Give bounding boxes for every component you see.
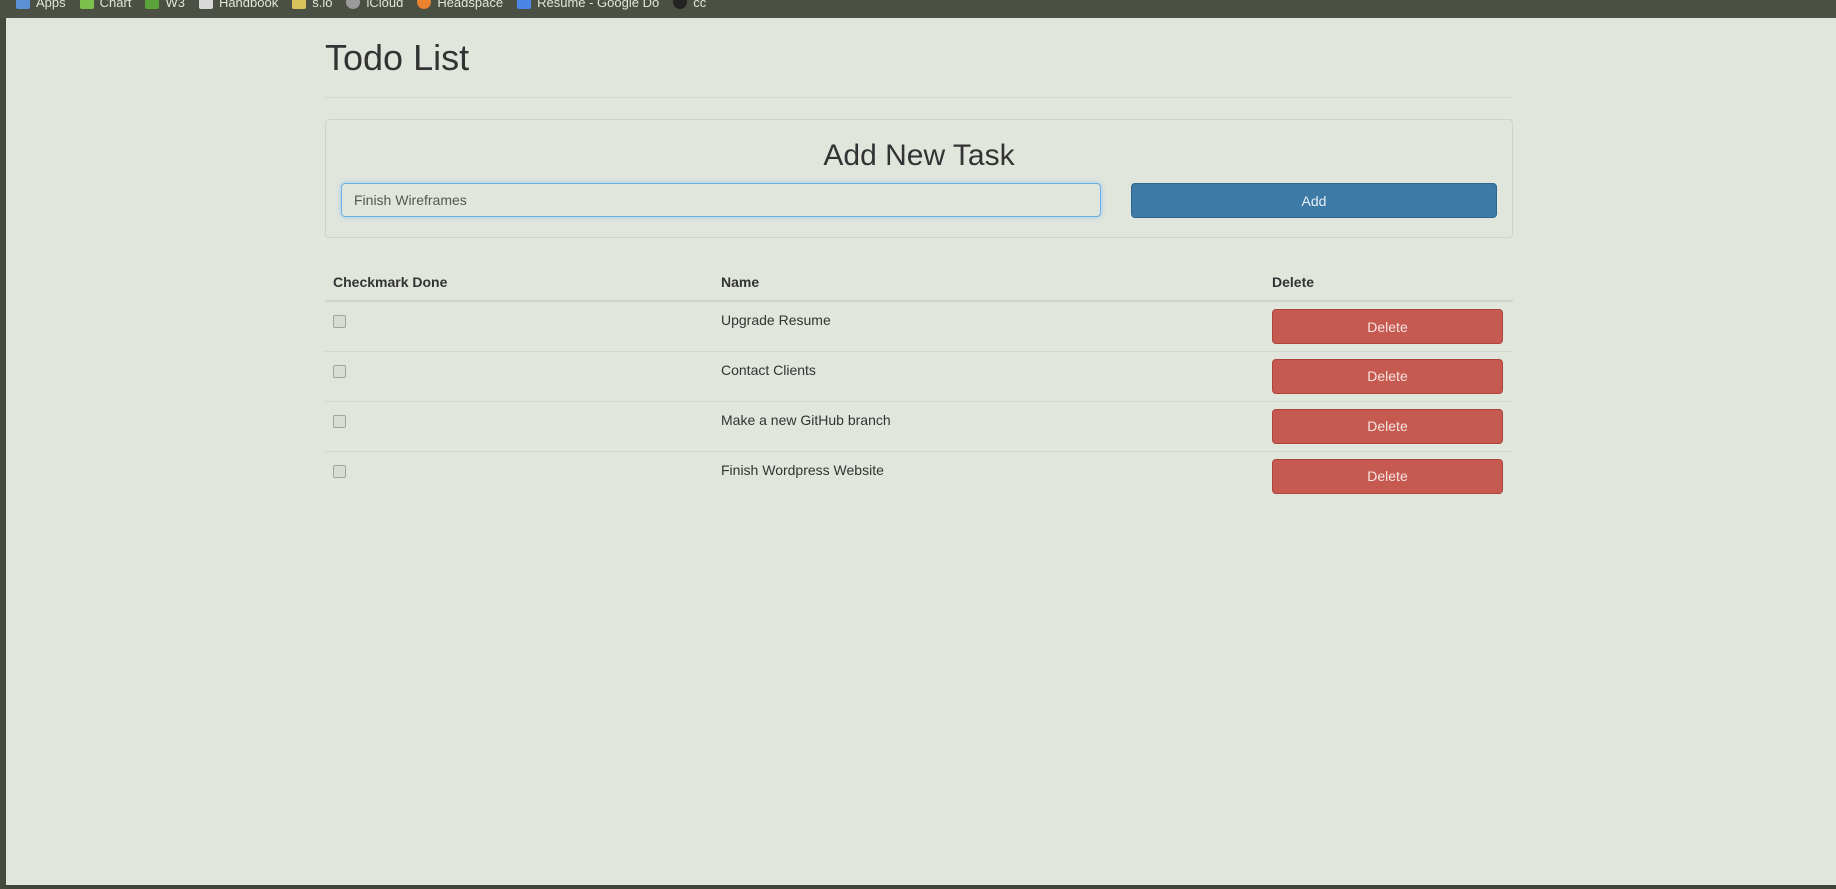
tasks-table: Checkmark Done Name Delete Upgrade Resum… bbox=[325, 263, 1513, 501]
bookmark-resume[interactable]: Resume - Google Do bbox=[517, 0, 659, 9]
bookmarks-bar: Apps Chart W3 Handbook s.io iCloud Heads… bbox=[0, 0, 1836, 18]
table-row: Make a new GitHub branch Delete bbox=[325, 400, 1513, 451]
done-checkbox[interactable] bbox=[333, 464, 346, 478]
chart-icon bbox=[79, 0, 94, 9]
bookmark-icloud[interactable]: iCloud bbox=[346, 0, 403, 9]
bookmark-handbook[interactable]: Handbook bbox=[198, 0, 279, 10]
task-name: Make a new GitHub branch bbox=[721, 411, 891, 428]
task-name: Upgrade Resume bbox=[721, 312, 831, 328]
task-input[interactable] bbox=[341, 183, 1101, 217]
table-row: Finish Wordpress Website Delete bbox=[325, 450, 1513, 501]
done-cell bbox=[325, 400, 713, 451]
done-checkbox[interactable] bbox=[333, 315, 346, 328]
bookmark-apps[interactable]: Apps bbox=[16, 0, 66, 9]
delete-button[interactable]: Delete bbox=[1272, 458, 1503, 494]
bookmark-chart[interactable]: Chart bbox=[79, 0, 132, 10]
task-name: Finish Wordpress Website bbox=[721, 461, 884, 478]
table-header-row: Checkmark Done Name Delete bbox=[325, 263, 1513, 302]
header-delete: Delete bbox=[1264, 263, 1513, 302]
table-row: Upgrade Resume Delete bbox=[325, 301, 1513, 351]
google-docs-icon bbox=[517, 0, 532, 9]
bookmark-label: Headspace bbox=[437, 0, 504, 10]
add-button[interactable]: Add bbox=[1131, 183, 1497, 218]
delete-cell: Delete bbox=[1264, 301, 1513, 351]
delete-button[interactable]: Delete bbox=[1272, 309, 1503, 344]
delete-cell: Delete bbox=[1264, 350, 1513, 401]
title-divider bbox=[325, 97, 1513, 98]
done-cell bbox=[325, 350, 713, 401]
bookmark-headspace[interactable]: Headspace bbox=[417, 0, 503, 9]
apple-icon bbox=[346, 0, 361, 9]
delete-cell: Delete bbox=[1264, 400, 1513, 451]
add-task-heading: Add New Task bbox=[823, 139, 1015, 172]
bookmark-w3[interactable]: W3 bbox=[145, 0, 185, 9]
delete-button[interactable]: Delete bbox=[1272, 358, 1503, 394]
bookmark-label: W3 bbox=[165, 0, 185, 10]
page-title: Todo List bbox=[325, 37, 470, 78]
bookmark-label: Handbook bbox=[218, 0, 279, 10]
sio-icon bbox=[292, 0, 307, 9]
github-icon bbox=[673, 0, 688, 9]
table-row: Contact Clients Delete bbox=[325, 350, 1513, 401]
handbook-icon bbox=[198, 0, 213, 9]
bookmark-label: Resume - Google Do bbox=[537, 0, 660, 10]
apps-grid-icon bbox=[16, 0, 30, 9]
delete-button[interactable]: Delete bbox=[1272, 408, 1503, 444]
header-name: Name bbox=[713, 263, 1264, 302]
add-task-panel: Add New Task Add bbox=[325, 119, 1513, 238]
name-cell: Contact Clients bbox=[713, 350, 1264, 401]
bookmark-label: Apps bbox=[36, 0, 66, 10]
delete-cell: Delete bbox=[1264, 450, 1513, 501]
task-name: Contact Clients bbox=[721, 361, 816, 378]
page-viewport: Todo List Add New Task Add Checkmark Don… bbox=[6, 18, 1836, 889]
name-cell: Make a new GitHub branch bbox=[713, 400, 1264, 451]
bookmark-label: s.io bbox=[312, 0, 333, 10]
done-checkbox[interactable] bbox=[333, 414, 346, 428]
bookmark-label: Chart bbox=[99, 0, 132, 10]
bookmark-label: cc bbox=[693, 0, 707, 10]
name-cell: Finish Wordpress Website bbox=[713, 450, 1264, 501]
w3-icon bbox=[145, 0, 160, 9]
header-checkmark-done: Checkmark Done bbox=[325, 263, 713, 302]
name-cell: Upgrade Resume bbox=[713, 301, 1264, 351]
bookmark-sio[interactable]: s.io bbox=[292, 0, 332, 9]
headspace-icon bbox=[417, 0, 432, 9]
bookmark-cc[interactable]: cc bbox=[673, 0, 706, 9]
done-cell bbox=[325, 450, 713, 501]
done-checkbox[interactable] bbox=[333, 364, 346, 378]
done-cell bbox=[325, 301, 713, 351]
bookmark-label: iCloud bbox=[366, 0, 404, 10]
